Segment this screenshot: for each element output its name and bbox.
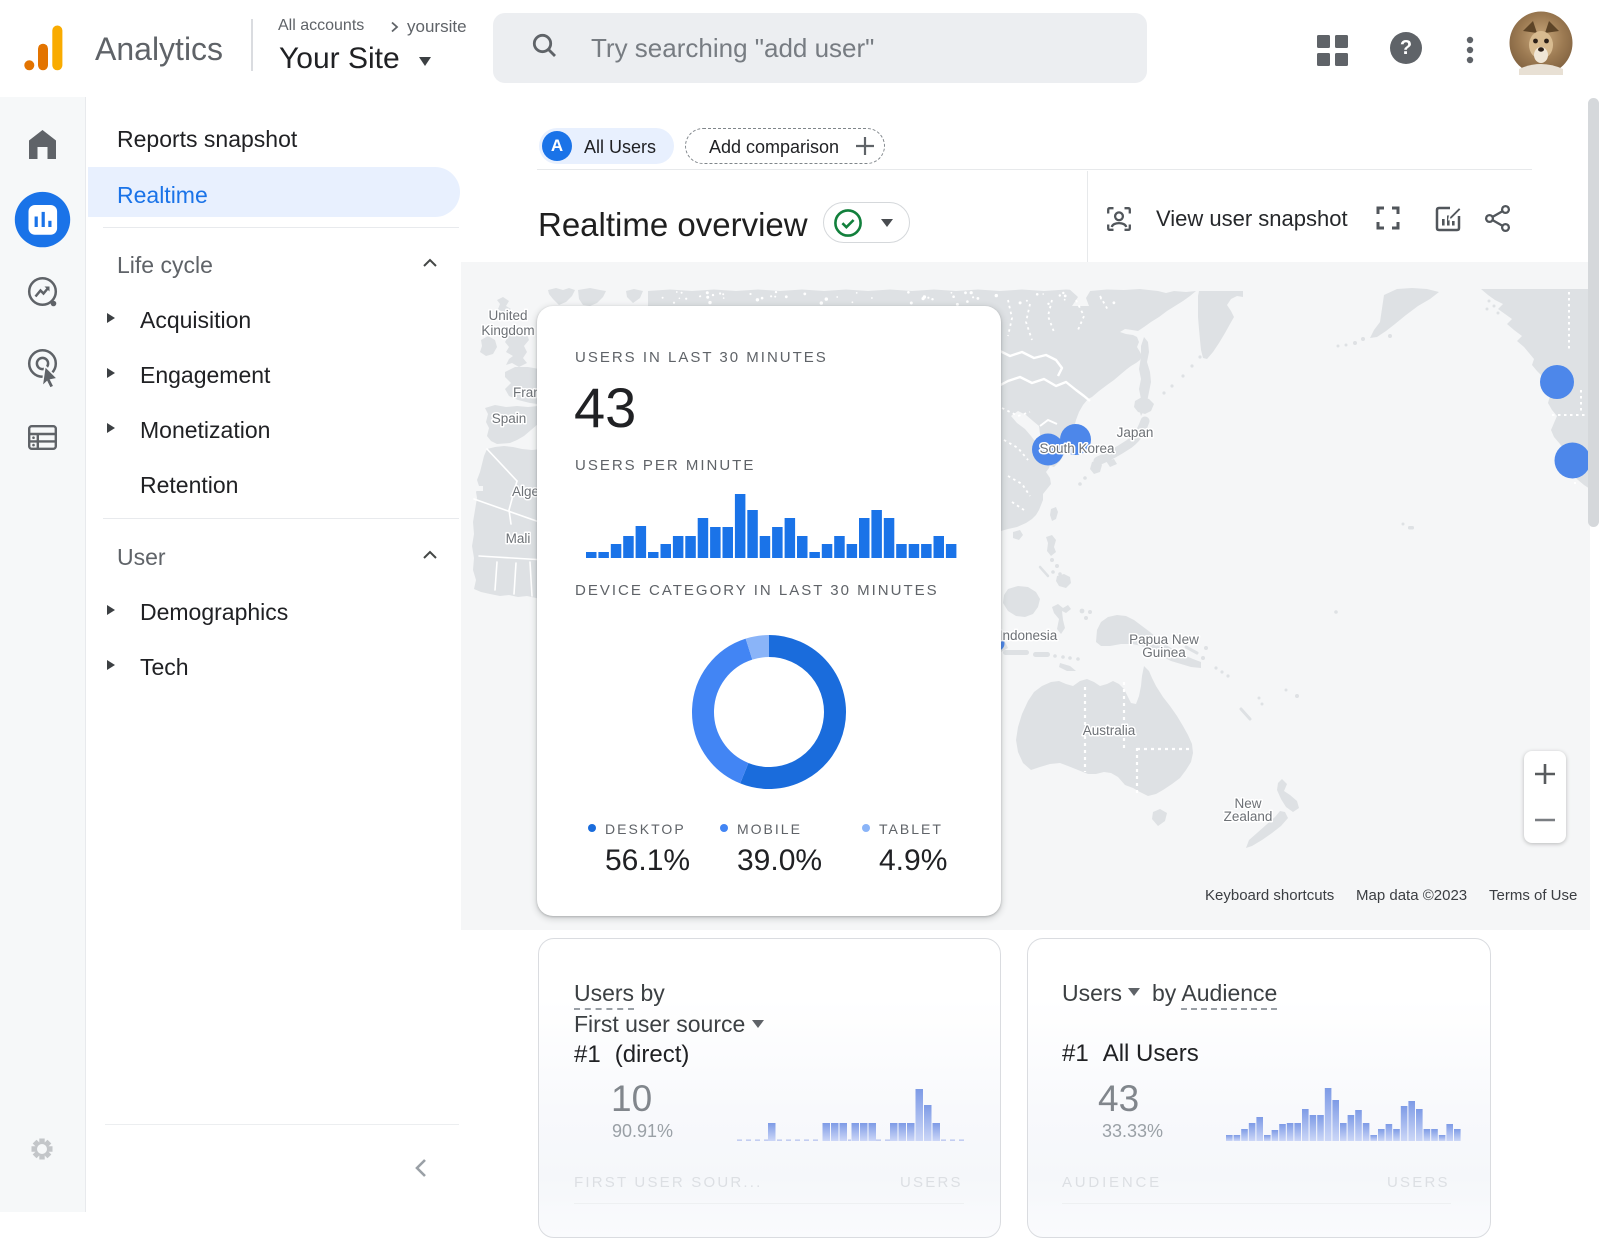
svg-text:South Korea: South Korea (1039, 441, 1115, 456)
svg-text:Kingdom: Kingdom (481, 323, 534, 338)
svg-text:Spain: Spain (492, 411, 527, 426)
svg-text:Zealand: Zealand (1224, 809, 1273, 824)
svg-text:Mali: Mali (506, 531, 531, 546)
svg-text:United: United (488, 308, 527, 323)
svg-text:Indonesia: Indonesia (999, 628, 1058, 643)
svg-text:Guinea: Guinea (1142, 645, 1186, 660)
svg-text:Japan: Japan (1117, 425, 1154, 440)
svg-text:Australia: Australia (1083, 723, 1136, 738)
